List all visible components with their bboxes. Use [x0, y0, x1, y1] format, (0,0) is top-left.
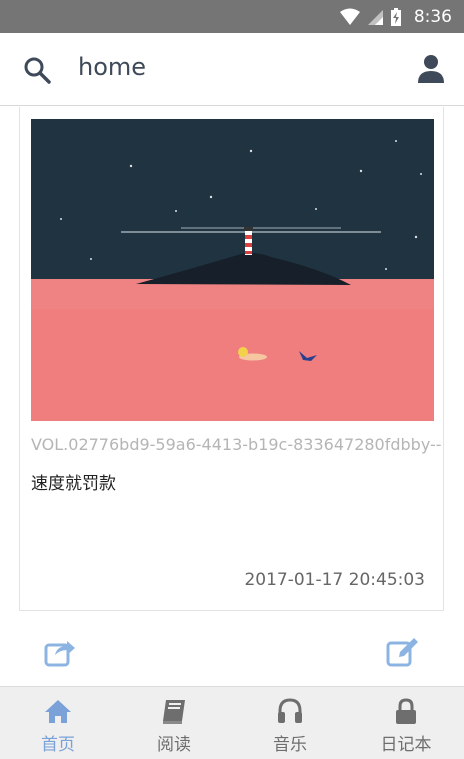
share-icon[interactable]: [43, 635, 77, 669]
book-icon: [163, 700, 185, 724]
battery-icon: [390, 7, 401, 26]
status-bar: 8:36: [0, 0, 464, 33]
card-text: 速度就罚款: [31, 474, 116, 494]
tab-home[interactable]: 首页: [0, 687, 116, 759]
tab-diary-label: 日记本: [380, 735, 432, 755]
tab-reading-label: 阅读: [157, 735, 191, 755]
wifi-icon: [339, 8, 360, 25]
page-title: home: [78, 53, 147, 81]
home-icon: [45, 700, 71, 723]
app-bar: home: [0, 33, 464, 106]
headphones-icon: [278, 698, 302, 723]
content-card[interactable]: VOL.02776bd9-59a6-4413-b19c-833647280fdb…: [19, 107, 444, 611]
user-icon[interactable]: [416, 53, 446, 85]
volume-id: VOL.02776bd9-59a6-4413-b19c-833647280fdb…: [31, 435, 443, 454]
tab-home-label: 首页: [41, 735, 75, 755]
tab-music-label: 音乐: [273, 735, 307, 755]
signal-icon: [367, 9, 383, 25]
card-date: 2017-01-17 20:45:03: [244, 570, 425, 590]
status-icons: 8:36: [339, 0, 452, 33]
lock-icon: [396, 698, 416, 724]
tab-diary[interactable]: 日记本: [348, 687, 464, 759]
lighthouse-illustration: [31, 119, 434, 421]
tab-music[interactable]: 音乐: [232, 687, 348, 759]
edit-icon[interactable]: [386, 635, 420, 669]
tab-reading[interactable]: 阅读: [116, 687, 232, 759]
search-icon[interactable]: [22, 55, 52, 85]
bottom-tab-bar: 首页 阅读 音乐 日记本: [0, 686, 464, 759]
status-time: 8:36: [413, 6, 452, 27]
